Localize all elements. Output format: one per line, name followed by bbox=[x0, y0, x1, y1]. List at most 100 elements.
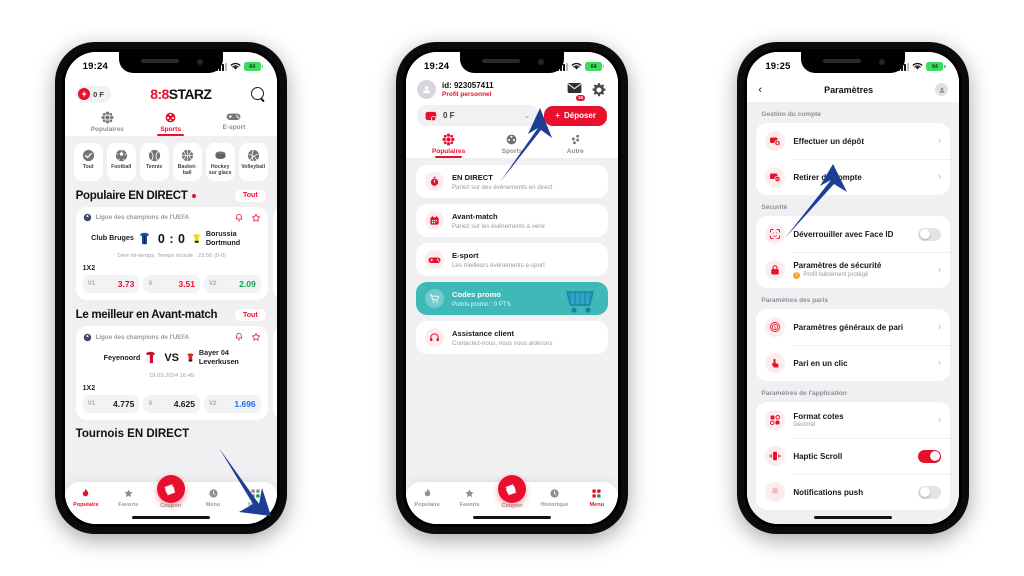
avatar[interactable] bbox=[416, 80, 436, 99]
push-toggle[interactable] bbox=[918, 485, 942, 499]
live-match-carousel[interactable]: Ligue des champions de l'UEFA Club Bruge… bbox=[65, 206, 277, 301]
app-header: + 0 F 8:8 STARZ bbox=[75, 82, 266, 106]
category-tout[interactable]: Tout bbox=[73, 143, 103, 181]
tab-esport[interactable]: E-sport bbox=[203, 111, 266, 136]
status-time: 19:25 bbox=[765, 61, 791, 72]
setting-control[interactable]: › bbox=[938, 414, 942, 426]
see-all-live-button[interactable]: Tout bbox=[235, 189, 266, 202]
setting-face-id[interactable]: Déverrouiller avec Face ID bbox=[756, 216, 950, 252]
category-hockey[interactable]: Hockey sur glace bbox=[205, 143, 235, 181]
category-volleyball[interactable]: Volleyball bbox=[238, 143, 268, 181]
home-indicator bbox=[472, 515, 551, 519]
user-row[interactable]: id: 923057411 Profil personnel 16 bbox=[416, 80, 607, 101]
menu-item-text: Assistance client Contactez-nous, nous v… bbox=[452, 329, 552, 347]
nav-populaire[interactable]: Populaire bbox=[406, 488, 448, 508]
tab-populaires[interactable]: Populaires bbox=[76, 111, 139, 136]
mail-icon[interactable]: 16 bbox=[567, 81, 585, 101]
nav-favoris[interactable]: Favoris bbox=[107, 488, 149, 508]
menu-item-text: E-sport Les meilleurs événements e-sport bbox=[452, 251, 545, 269]
category-tennis[interactable]: Tennis bbox=[139, 143, 169, 181]
settings-group-app: Format cotes Décimal › Haptic Scroll Not… bbox=[756, 402, 951, 510]
haptic-toggle[interactable] bbox=[918, 449, 942, 463]
menu-item-subtitle: Pariez sur des événements en direct bbox=[451, 183, 553, 191]
settings-group-account: Effectuer un dépôt › Retirer du compte › bbox=[756, 123, 951, 195]
balance-pill[interactable]: + 0 F bbox=[75, 85, 111, 103]
setting-control[interactable]: › bbox=[938, 171, 942, 183]
nav-favoris[interactable]: Favoris bbox=[448, 488, 490, 508]
menu-item-assistance[interactable]: Assistance client Contactez-nous, nous v… bbox=[415, 321, 608, 354]
setting-text: Haptic Scroll bbox=[793, 452, 842, 461]
setting-haptic-scroll[interactable]: Haptic Scroll bbox=[756, 438, 951, 474]
match-card-live[interactable]: Ligue des champions de l'UEFA Club Bruge… bbox=[75, 206, 268, 301]
match-card-live-next[interactable]: M 1X V bbox=[272, 206, 277, 301]
battery-icon: 64 bbox=[243, 62, 264, 71]
sport-category-row: Tout Football Tennis Basket-ball Hockey … bbox=[64, 136, 277, 188]
nav-coupon[interactable]: Coupon bbox=[149, 475, 191, 509]
live-dot-icon bbox=[191, 193, 196, 198]
category-basketball[interactable]: Basket-ball bbox=[172, 143, 202, 181]
setting-pari-un-clic[interactable]: Pari en un clic › bbox=[756, 345, 951, 381]
wallet-selector[interactable]: 0 F ⌄ bbox=[416, 105, 539, 126]
odd-button[interactable]: V2 2.09 bbox=[204, 275, 261, 294]
menu-item-en-direct[interactable]: EN DIRECT Pariez sur des événements en d… bbox=[415, 165, 608, 198]
setting-control[interactable] bbox=[918, 227, 942, 241]
chevron-down-icon[interactable]: ⌄ bbox=[524, 111, 531, 120]
nav-menu[interactable]: Menu bbox=[576, 488, 618, 508]
setting-control[interactable]: › bbox=[938, 321, 942, 333]
coupon-fab[interactable] bbox=[497, 475, 526, 503]
tab-sports[interactable]: Sports bbox=[481, 133, 544, 158]
deposit-button[interactable]: + Déposer bbox=[544, 105, 607, 126]
nav-historique[interactable]: Menu bbox=[192, 488, 234, 508]
menu-item-subtitle: Contactez-nous, nous vous aiderons bbox=[451, 339, 553, 347]
nav-historique[interactable]: Historique bbox=[533, 488, 575, 508]
faceid-toggle[interactable] bbox=[918, 227, 942, 241]
see-all-prematch-button[interactable]: Tout bbox=[235, 309, 266, 322]
setting-control[interactable]: › bbox=[938, 264, 942, 276]
category-label: Football bbox=[111, 164, 132, 170]
nav-coupon[interactable]: Coupon bbox=[491, 475, 533, 509]
setting-control[interactable]: › bbox=[938, 357, 942, 369]
odd-button[interactable]: V1 4.775 bbox=[82, 394, 140, 413]
setting-control[interactable] bbox=[918, 485, 942, 499]
nav-menu[interactable]: Menu bbox=[234, 488, 276, 508]
menu-item-text: EN DIRECT Pariez sur des événements en d… bbox=[452, 173, 552, 191]
coupon-fab[interactable] bbox=[156, 475, 185, 503]
phone-1-header-area: + 0 F 8:8 STARZ Populaires Sports E-spor… bbox=[64, 77, 277, 136]
user-identity: id: 923057411 Profil personnel bbox=[442, 81, 494, 98]
tab-autre[interactable]: Autre bbox=[544, 133, 607, 158]
odd-button[interactable]: V1 3.73 bbox=[82, 275, 140, 294]
setting-format-cotes[interactable]: Format cotes Décimal › bbox=[756, 402, 950, 438]
odd-button[interactable]: V2 1.696 bbox=[204, 394, 261, 413]
setting-control[interactable] bbox=[918, 449, 942, 463]
match-status: 1ère mi-temps, Temps écoulé : 23:56 (0-0… bbox=[117, 253, 227, 260]
match-card-prematch-next[interactable]: 1X V bbox=[272, 326, 277, 421]
setting-notifications-push[interactable]: Notifications push bbox=[756, 474, 951, 510]
setting-control[interactable]: › bbox=[938, 135, 942, 147]
tab-sports[interactable]: Sports bbox=[139, 111, 202, 136]
menu-item-avant-match[interactable]: Avant-match Pariez sur les événements à … bbox=[415, 204, 608, 237]
setting-retirer-compte[interactable]: Retirer du compte › bbox=[756, 159, 951, 195]
match-card-prematch[interactable]: Ligue des champions de l'UEFA Feyenoord bbox=[75, 326, 268, 421]
category-football[interactable]: Football bbox=[106, 143, 136, 181]
phone-2-bezel: 19:24 64 id: 923057411 Profil personnel … bbox=[402, 49, 621, 527]
search-icon[interactable] bbox=[250, 86, 266, 102]
gear-icon[interactable] bbox=[591, 82, 607, 98]
setting-parametres-generaux[interactable]: Paramètres généraux de pari › bbox=[756, 309, 950, 345]
setting-securite[interactable]: Paramètres de sécurité ! Profil faibleme… bbox=[756, 252, 951, 288]
odd-button[interactable]: X 3.51 bbox=[143, 275, 200, 294]
avatar[interactable] bbox=[935, 83, 949, 96]
setting-effectuer-depot[interactable]: Effectuer un dépôt › bbox=[756, 123, 950, 159]
user-profile-link[interactable]: Profil personnel bbox=[442, 91, 494, 98]
add-funds-icon[interactable]: + bbox=[78, 88, 91, 100]
speaker-icon bbox=[481, 59, 520, 63]
user-id: id: 923057411 bbox=[441, 81, 494, 90]
prematch-carousel[interactable]: Ligue des champions de l'UEFA Feyenoord bbox=[65, 326, 277, 421]
odd-button[interactable]: X 4.625 bbox=[143, 394, 200, 413]
menu-item-codes-promo[interactable]: Codes promo Points promo : 0 PTS bbox=[415, 282, 608, 315]
nav-populaire[interactable]: Populaire bbox=[65, 488, 107, 508]
tab-populaires[interactable]: Populaires bbox=[417, 133, 480, 158]
stopwatch-icon bbox=[424, 172, 444, 191]
wifi-icon bbox=[230, 62, 241, 70]
menu-item-esport[interactable]: E-sport Les meilleurs événements e-sport bbox=[415, 243, 608, 276]
phone-1: 19:24 64 + 0 F 8:8 STARZ Populaires Spor… bbox=[54, 42, 287, 534]
